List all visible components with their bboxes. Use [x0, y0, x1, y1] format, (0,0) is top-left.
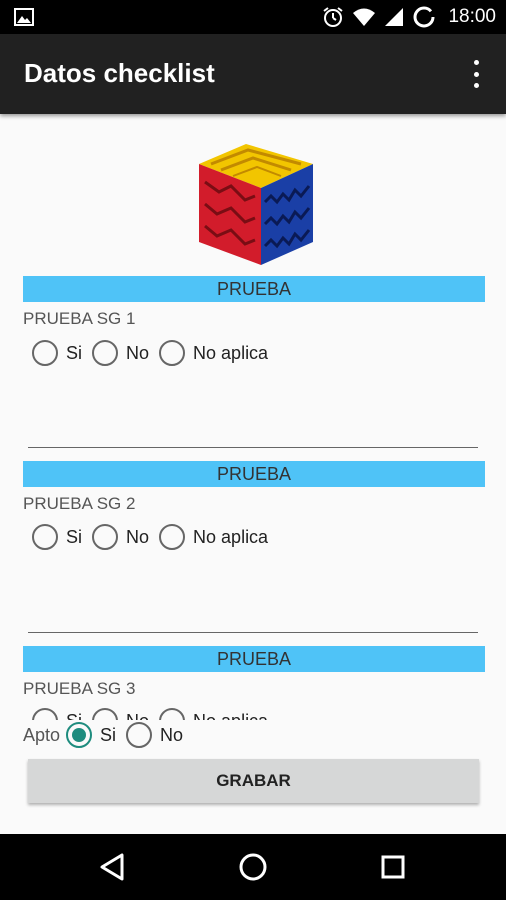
radio-option-no[interactable]: No — [92, 524, 149, 550]
radio-label: Si — [66, 342, 83, 363]
status-bar: 18:00 — [0, 0, 506, 34]
radio-label: No — [126, 526, 150, 547]
cube-logo — [199, 144, 313, 265]
question-label: PRUEBA SG 1 — [23, 309, 136, 328]
radio-label: Si — [66, 711, 82, 721]
section-header: PRUEBA — [23, 276, 485, 302]
radio-label: No — [126, 711, 149, 721]
back-icon[interactable] — [96, 850, 130, 884]
radio-option-si[interactable]: Si — [32, 708, 82, 720]
radio-group: Si No No aplica — [32, 524, 278, 550]
apto-option-no[interactable]: No — [126, 722, 183, 748]
scroll-clip: Si No No aplica — [0, 704, 506, 720]
radio-label: Si — [66, 526, 83, 547]
radio-button[interactable] — [32, 524, 58, 550]
radio-label: No aplica — [193, 711, 268, 721]
alarm-icon — [323, 7, 344, 27]
radio-option-no-aplica[interactable]: No aplica — [159, 708, 268, 720]
radio-option-si[interactable]: Si — [32, 340, 82, 366]
gallery-icon — [14, 8, 34, 26]
radio-option-no-aplica[interactable]: No aplica — [159, 340, 268, 366]
radio-option-no-aplica[interactable]: No aplica — [159, 524, 268, 550]
radio-button[interactable] — [159, 708, 186, 720]
grabar-button[interactable]: GRABAR — [28, 759, 479, 803]
radio-button[interactable] — [159, 340, 186, 366]
section-header: PRUEBA — [23, 461, 485, 487]
clock: 18:00 — [448, 6, 496, 27]
radio-label: No — [126, 342, 150, 363]
divider — [28, 447, 478, 448]
radio-button[interactable] — [32, 340, 58, 366]
radio-button[interactable] — [92, 340, 119, 366]
apto-label: Apto — [23, 724, 61, 745]
apto-option-si[interactable]: Si — [66, 722, 116, 748]
radio-button[interactable] — [126, 722, 153, 748]
battery-icon — [413, 6, 435, 28]
radio-option-no[interactable]: No — [92, 708, 149, 720]
divider — [28, 632, 478, 633]
radio-button[interactable] — [159, 524, 186, 550]
radio-label: Si — [100, 724, 117, 745]
wifi-icon — [353, 8, 376, 26]
home-icon[interactable] — [236, 850, 270, 884]
radio-button[interactable] — [92, 708, 119, 720]
section-header: PRUEBA — [23, 646, 485, 672]
signal-icon — [385, 8, 404, 26]
radio-option-no[interactable]: No — [92, 340, 149, 366]
apto-group: Apto Si No — [23, 722, 193, 748]
radio-group: Si No No aplica — [32, 340, 278, 366]
question-label: PRUEBA SG 2 — [23, 494, 136, 513]
radio-option-si[interactable]: Si — [32, 524, 82, 550]
recents-icon[interactable] — [376, 850, 410, 884]
radio-label: No — [160, 724, 184, 745]
radio-label: No aplica — [193, 526, 269, 547]
page-title: Datos checklist — [24, 58, 215, 88]
overflow-menu-icon[interactable] — [464, 60, 488, 88]
app-bar: Datos checklist — [0, 34, 506, 114]
radio-button[interactable] — [32, 708, 58, 720]
radio-label: No aplica — [193, 342, 269, 363]
navigation-bar — [0, 834, 506, 900]
checklist-content[interactable]: PRUEBA PRUEBA SG 1 Si No No aplica PRUEB… — [0, 114, 506, 834]
radio-group: Si No No aplica — [32, 708, 278, 720]
question-label: PRUEBA SG 3 — [23, 679, 136, 698]
radio-button-checked[interactable] — [66, 722, 93, 748]
radio-button[interactable] — [92, 524, 119, 550]
